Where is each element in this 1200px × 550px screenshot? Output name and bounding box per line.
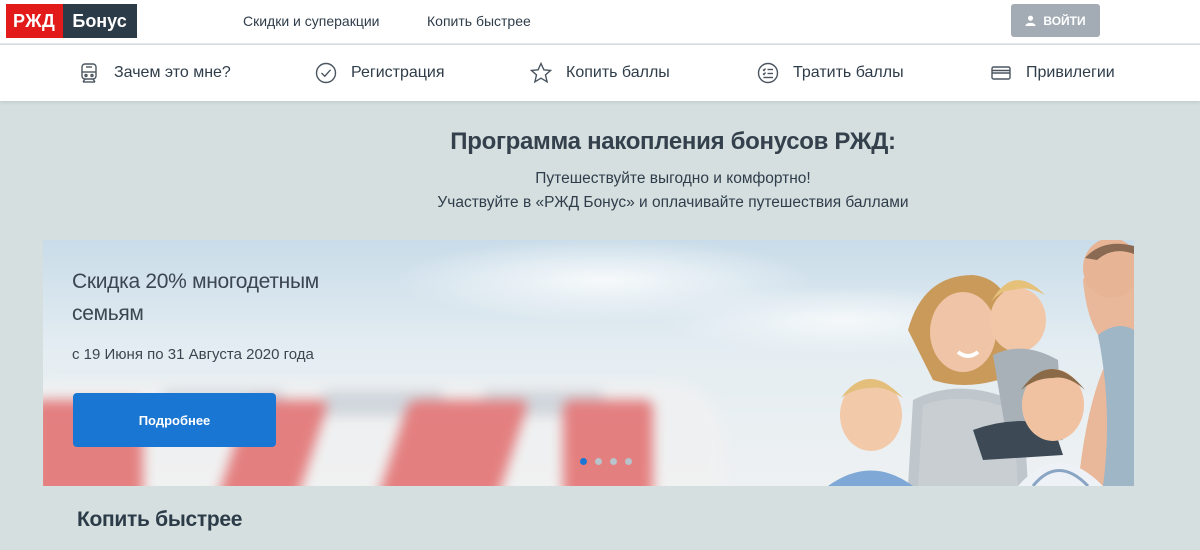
user-icon <box>1025 15 1036 26</box>
carousel-dot[interactable] <box>610 458 617 465</box>
hero-subtitle-2: Участвуйте в «РЖД Бонус» и оплачивайте п… <box>437 194 909 211</box>
star-icon <box>530 62 552 84</box>
nav-item-spend[interactable]: Тратить баллы <box>757 45 904 101</box>
train-icon <box>81 63 97 83</box>
promo-banner[interactable]: Скидка 20% многодетным семьям с 19 Июня … <box>43 240 1134 486</box>
logo-bonus-text: Бонус <box>63 4 137 38</box>
banner-date: с 19 Июня по 31 Августа 2020 года <box>72 346 314 363</box>
carousel-dot[interactable] <box>625 458 632 465</box>
nav-label-spend: Тратить баллы <box>793 64 904 81</box>
nav-item-registration[interactable]: Регистрация <box>315 45 445 101</box>
section-title-earn-faster: Копить быстрее <box>77 508 243 531</box>
details-button[interactable]: Подробнее <box>73 393 276 447</box>
nav-label-registration: Регистрация <box>351 64 445 81</box>
nav-item-why[interactable]: Зачем это мне? <box>78 45 231 101</box>
link-earn-faster[interactable]: Копить быстрее <box>427 13 531 29</box>
nav-label-why: Зачем это мне? <box>114 64 231 81</box>
login-button[interactable]: ВОЙТИ <box>1011 4 1100 37</box>
family-photo <box>828 240 1134 486</box>
rzd-bonus-logo[interactable]: РЖД Бонус <box>6 4 137 38</box>
logo-rzd-text: РЖД <box>6 4 64 38</box>
carousel-dot[interactable] <box>595 458 602 465</box>
banner-title: Скидка 20% многодетным семьям <box>72 270 319 325</box>
carousel-dots <box>580 458 632 465</box>
check-circle-icon <box>315 62 337 84</box>
top-bar: РЖД Бонус Скидки и суперакции Копить быс… <box>0 0 1200 44</box>
list-circle-icon <box>757 62 779 84</box>
carousel-dot[interactable] <box>580 458 587 465</box>
nav-label-privileges: Привилегии <box>1026 64 1115 81</box>
login-label: ВОЙТИ <box>1043 13 1086 28</box>
page-title: Программа накопления бонусов РЖД: <box>450 128 896 155</box>
link-discounts[interactable]: Скидки и суперакции <box>243 13 380 29</box>
card-icon <box>991 66 1011 80</box>
nav-label-earn: Копить баллы <box>566 64 670 81</box>
hero-subtitle-1: Путешествуйте выгодно и комфортно! <box>535 170 811 187</box>
nav-item-earn[interactable]: Копить баллы <box>530 45 670 101</box>
nav-item-privileges[interactable]: Привилегии <box>990 45 1115 101</box>
main-nav: Зачем это мне? Регистрация Копить баллы … <box>0 45 1200 101</box>
